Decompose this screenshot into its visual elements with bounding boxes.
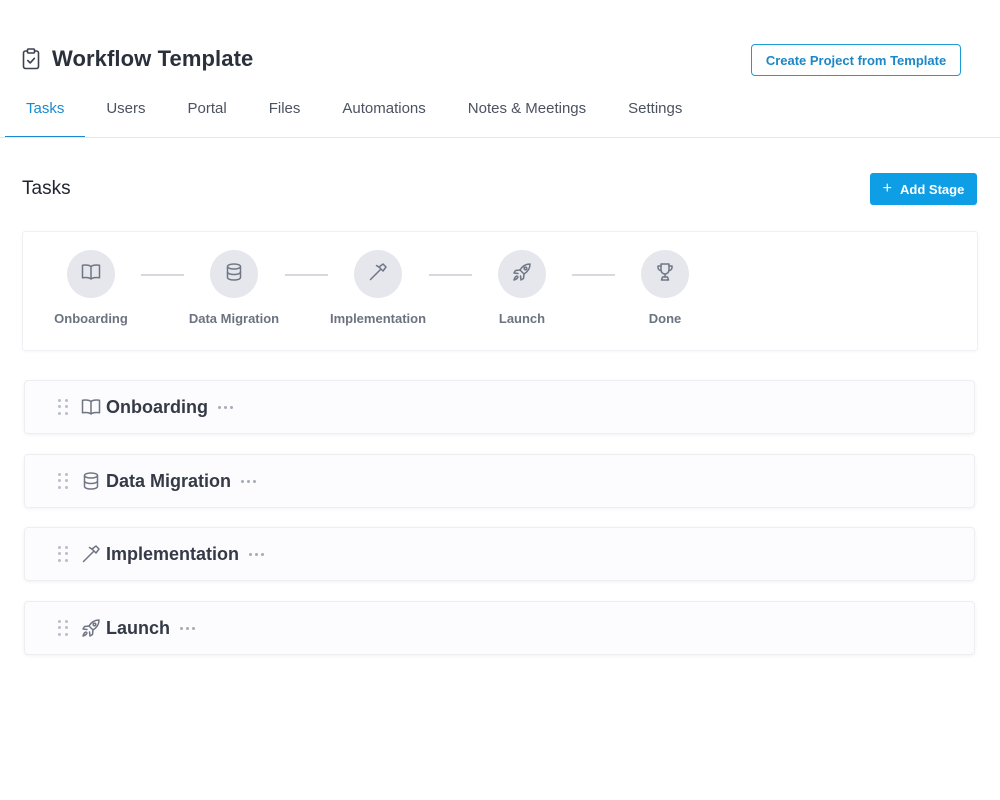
- flow-step-label: Launch: [498, 311, 546, 326]
- stage-flow: Onboarding Data Migration Implementation…: [22, 231, 978, 351]
- rocket-icon: [512, 262, 532, 287]
- flow-step-data-migration[interactable]: Data Migration: [162, 250, 306, 340]
- stage-title: Implementation: [106, 543, 240, 564]
- page-title: Workflow Template: [52, 46, 254, 71]
- tab-users[interactable]: Users: [85, 92, 166, 138]
- tab-tasks[interactable]: Tasks: [5, 92, 86, 138]
- drag-handle-icon[interactable]: [58, 473, 68, 489]
- hammer-icon: [80, 543, 102, 565]
- tab-automations[interactable]: Automations: [321, 92, 446, 138]
- flow-step-label: Onboarding: [54, 311, 128, 326]
- book-icon: [81, 263, 101, 286]
- trophy-icon: [655, 262, 675, 287]
- add-stage-button[interactable]: + Add Stage: [870, 173, 977, 205]
- title-row: Workflow Template: [22, 42, 253, 76]
- flow-step-launch[interactable]: Launch: [450, 250, 594, 340]
- stage-title: Onboarding: [106, 396, 208, 417]
- flow-step-circle: [210, 250, 258, 298]
- database-icon: [80, 470, 102, 492]
- stage-card-implementation[interactable]: Implementation: [24, 527, 975, 581]
- tab-portal[interactable]: Portal: [167, 92, 248, 138]
- create-project-from-template-button[interactable]: Create Project from Template: [751, 44, 961, 76]
- rocket-icon: [80, 617, 102, 639]
- tabs-divider: [0, 137, 1000, 138]
- tab-bar: Tasks Users Portal Files Automations Not…: [5, 92, 703, 138]
- flow-step-implementation[interactable]: Implementation: [306, 250, 450, 340]
- tab-notes-meetings[interactable]: Notes & Meetings: [447, 92, 607, 138]
- more-options-icon[interactable]: [247, 543, 266, 565]
- stage-card-onboarding[interactable]: Onboarding: [24, 380, 975, 434]
- flow-step-circle: [641, 250, 689, 298]
- flow-step-circle: [354, 250, 402, 298]
- drag-handle-icon[interactable]: [58, 546, 68, 562]
- flow-step-onboarding[interactable]: Onboarding: [19, 250, 163, 340]
- tab-settings[interactable]: Settings: [607, 92, 703, 138]
- flow-step-label: Implementation: [329, 311, 427, 326]
- database-icon: [226, 262, 242, 286]
- add-stage-label: Add Stage: [900, 181, 965, 197]
- stage-card-data-migration[interactable]: Data Migration: [24, 454, 975, 508]
- more-options-icon[interactable]: [178, 617, 197, 639]
- page-header: Workflow Template Create Project from Te…: [0, 0, 1000, 138]
- stage-title: Data Migration: [106, 470, 232, 491]
- flow-step-label: Data Migration: [188, 311, 280, 326]
- drag-handle-icon[interactable]: [58, 620, 68, 636]
- stage-card-launch[interactable]: Launch: [24, 601, 975, 655]
- plus-icon: +: [882, 180, 893, 197]
- tab-files[interactable]: Files: [248, 92, 322, 138]
- drag-handle-icon[interactable]: [58, 399, 68, 415]
- stage-title: Launch: [106, 617, 171, 638]
- book-icon: [80, 396, 102, 418]
- flow-step-circle: [67, 250, 115, 298]
- flow-step-circle: [498, 250, 546, 298]
- more-options-icon[interactable]: [239, 470, 258, 492]
- flow-step-label: Done: [648, 311, 682, 326]
- clipboard-check-icon: [22, 47, 42, 71]
- more-options-icon[interactable]: [216, 396, 235, 418]
- tasks-section-title: Tasks: [22, 178, 71, 199]
- hammer-icon: [368, 262, 388, 287]
- flow-step-done[interactable]: Done: [593, 250, 737, 340]
